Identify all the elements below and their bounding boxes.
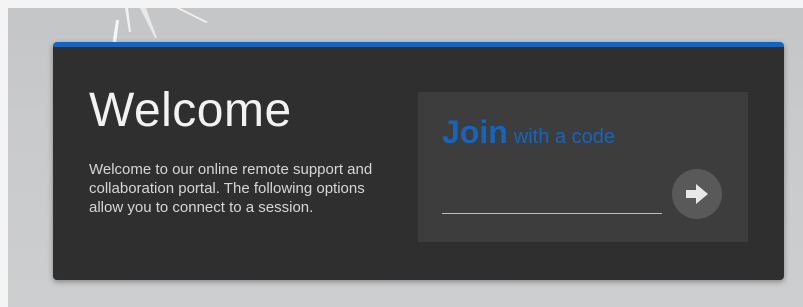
- session-code-input[interactable]: [442, 186, 662, 214]
- welcome-description: Welcome to our online remote support and…: [89, 161, 373, 216]
- join-heading-rest: with a code: [513, 126, 615, 148]
- welcome-title: Welcome: [89, 84, 292, 137]
- welcome-card: Welcome Welcome to our online remote sup…: [53, 42, 784, 280]
- join-with-code-panel: Join with a code: [418, 92, 748, 242]
- join-heading-strong: Join: [442, 114, 508, 150]
- join-submit-button[interactable]: [672, 169, 722, 219]
- arrow-right-icon: [686, 184, 708, 204]
- join-heading: Join with a code: [442, 114, 615, 151]
